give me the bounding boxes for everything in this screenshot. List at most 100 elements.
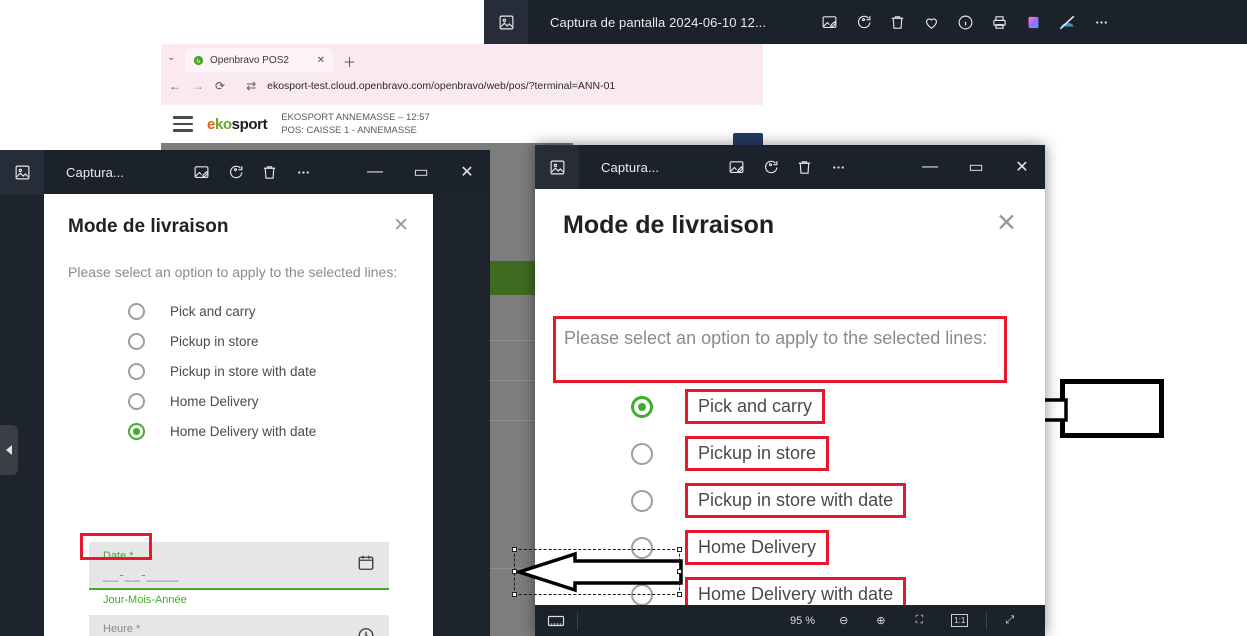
more-icon[interactable] (286, 157, 320, 187)
mode-de-livraison-dialog-left: Mode de livraison ✕ Please select an opt… (44, 194, 433, 636)
close-icon[interactable]: ✕ (999, 145, 1045, 189)
left-window-titlebar[interactable]: Captura... — ▭ ✕ (0, 150, 490, 194)
resize-handle-w[interactable] (512, 569, 517, 574)
minimize-icon[interactable]: — (907, 145, 953, 189)
forward-arrow-icon[interactable]: → (192, 79, 204, 93)
center-window-titlebar[interactable]: Captura... — ▭ ✕ (535, 145, 1045, 189)
maximize-icon[interactable]: ▭ (398, 150, 444, 194)
delivery-option-row[interactable]: Pickup in store (128, 333, 433, 350)
more-icon[interactable] (1084, 7, 1118, 37)
browser-tab[interactable]: b Openbravo POS2 ✕ (185, 48, 333, 72)
markup-icon[interactable] (184, 157, 218, 187)
close-icon[interactable]: ✕ (317, 55, 325, 66)
back-arrow-icon[interactable]: ← (169, 79, 181, 93)
more-icon[interactable] (821, 152, 855, 182)
resize-handle-e[interactable] (677, 569, 682, 574)
option-highlight-box: Pickup in store with date (685, 483, 907, 518)
dialog-title: Mode de livraison (563, 211, 775, 239)
radio-pickup-in-store[interactable] (631, 442, 653, 465)
time-field[interactable]: Heure * __:__ (89, 615, 389, 636)
openbravo-favicon: b (193, 55, 204, 65)
eye-off-icon[interactable] (1050, 7, 1084, 37)
resize-handle-ne[interactable] (677, 547, 682, 552)
markup-icon[interactable] (719, 152, 753, 182)
delivery-option-row[interactable]: Pickup in store with date (631, 483, 1045, 518)
print-icon[interactable] (982, 7, 1016, 37)
delivery-option-row[interactable]: Home Delivery with date (128, 423, 433, 440)
option-label: Pick and carry (698, 396, 813, 416)
option-label: Pickup in store with date (170, 364, 317, 379)
actual-size-icon[interactable]: 1:1 (951, 614, 969, 627)
markup-icon[interactable] (812, 7, 846, 37)
info-icon[interactable] (948, 7, 982, 37)
time-field-label: Heure * (103, 623, 141, 635)
delete-icon[interactable] (787, 152, 821, 182)
left-window-toolbar (184, 157, 320, 187)
left-photo-viewer-window: Captura... — ▭ ✕ Mode de livraison ✕ Ple… (0, 150, 490, 636)
filmstrip-icon[interactable] (535, 614, 577, 628)
center-window-toolbar (719, 152, 855, 182)
clock-icon[interactable] (357, 627, 375, 636)
radio-pick-and-carry[interactable] (128, 303, 145, 320)
close-icon[interactable]: ✕ (444, 150, 490, 194)
radio-pickup-in-store-with-date[interactable] (128, 363, 145, 380)
option-highlight-box: Pick and carry (685, 389, 826, 424)
favorite-icon[interactable] (914, 7, 948, 37)
dialog-header: Mode de livraison ✕ (44, 194, 433, 238)
fit-to-window-icon[interactable]: ⛶ (916, 614, 924, 627)
radio-pickup-in-store-with-date[interactable] (631, 489, 653, 512)
chevron-down-icon[interactable]: ⌄ (167, 52, 175, 63)
delivery-option-row[interactable]: Pickup in store with date (128, 363, 433, 380)
radio-home-delivery-with-date[interactable] (128, 423, 145, 440)
delete-icon[interactable] (880, 7, 914, 37)
right-window-titlebar[interactable]: Captura de pantalla 2024-06-10 12... (484, 0, 1247, 44)
annotation-selection-bounds (514, 549, 680, 595)
delivery-option-row[interactable]: Pickup in store (631, 436, 1045, 471)
plus-icon[interactable]: ＋ (343, 52, 356, 71)
zoom-out-icon[interactable]: ⊖ (839, 614, 848, 627)
resize-handle-sw[interactable] (512, 592, 517, 597)
url-text[interactable]: ekosport-test.cloud.openbravo.com/openbr… (267, 80, 615, 92)
delivery-option-row[interactable]: Home Delivery (631, 530, 1045, 565)
left-window-title: Captura... (66, 164, 125, 180)
dialog-header: Mode de livraison ✕ (535, 189, 1045, 240)
collapse-left-icon[interactable] (0, 425, 18, 475)
gallery-icon[interactable] (1016, 7, 1050, 37)
option-label: Home Delivery with date (170, 424, 317, 439)
minimize-icon[interactable]: — (352, 150, 398, 194)
calendar-icon[interactable] (357, 554, 375, 577)
delivery-option-row[interactable]: Pick and carry (128, 303, 433, 320)
rotate-icon[interactable] (753, 152, 787, 182)
radio-home-delivery[interactable] (128, 393, 145, 410)
resize-handle-se[interactable] (677, 592, 682, 597)
zoom-in-icon[interactable]: ⊕ (876, 614, 885, 627)
center-window-controls: — ▭ ✕ (907, 145, 1045, 189)
statusbar-divider (986, 611, 988, 630)
maximize-icon[interactable]: ▭ (953, 145, 999, 189)
right-window-title: Captura de pantalla 2024-06-10 12... (550, 14, 767, 30)
delivery-option-list: Pick and carry Pickup in store Pickup in… (44, 303, 433, 440)
radio-pickup-in-store[interactable] (128, 333, 145, 350)
site-settings-icon[interactable]: ⇄ (246, 79, 256, 93)
center-window-statusbar: 95 % ⊖ ⊕ ⛶ 1:1 ⤢ (535, 605, 1045, 636)
option-label: Pickup in store with date (698, 490, 894, 510)
radio-pick-and-carry[interactable] (631, 395, 653, 418)
option-highlight-box: Home Delivery (685, 530, 830, 565)
dialog-subtitle: Please select an option to apply to the … (68, 264, 398, 280)
close-icon[interactable]: ✕ (393, 216, 409, 235)
delete-icon[interactable] (252, 157, 286, 187)
rotate-icon[interactable] (218, 157, 252, 187)
delivery-option-row[interactable]: Pick and carry (631, 389, 1045, 424)
mode-de-livraison-highlight-box (1060, 379, 1164, 438)
reload-icon[interactable]: ⟳ (215, 79, 225, 93)
resize-handle-nw[interactable] (512, 547, 517, 552)
browser-tabstrip: ⌄ b Openbravo POS2 ✕ ＋ (161, 44, 763, 72)
hamburger-icon[interactable] (173, 116, 193, 132)
close-icon[interactable]: ✕ (996, 211, 1017, 236)
delivery-option-row[interactable]: Home Delivery (128, 393, 433, 410)
rotate-icon[interactable] (846, 7, 880, 37)
dialog-subtitle: Please select an option to apply to the … (564, 328, 988, 348)
fullscreen-icon[interactable]: ⤢ (1005, 614, 1014, 627)
zoom-level-label: 95 % (790, 614, 816, 627)
photo-icon (0, 150, 44, 194)
